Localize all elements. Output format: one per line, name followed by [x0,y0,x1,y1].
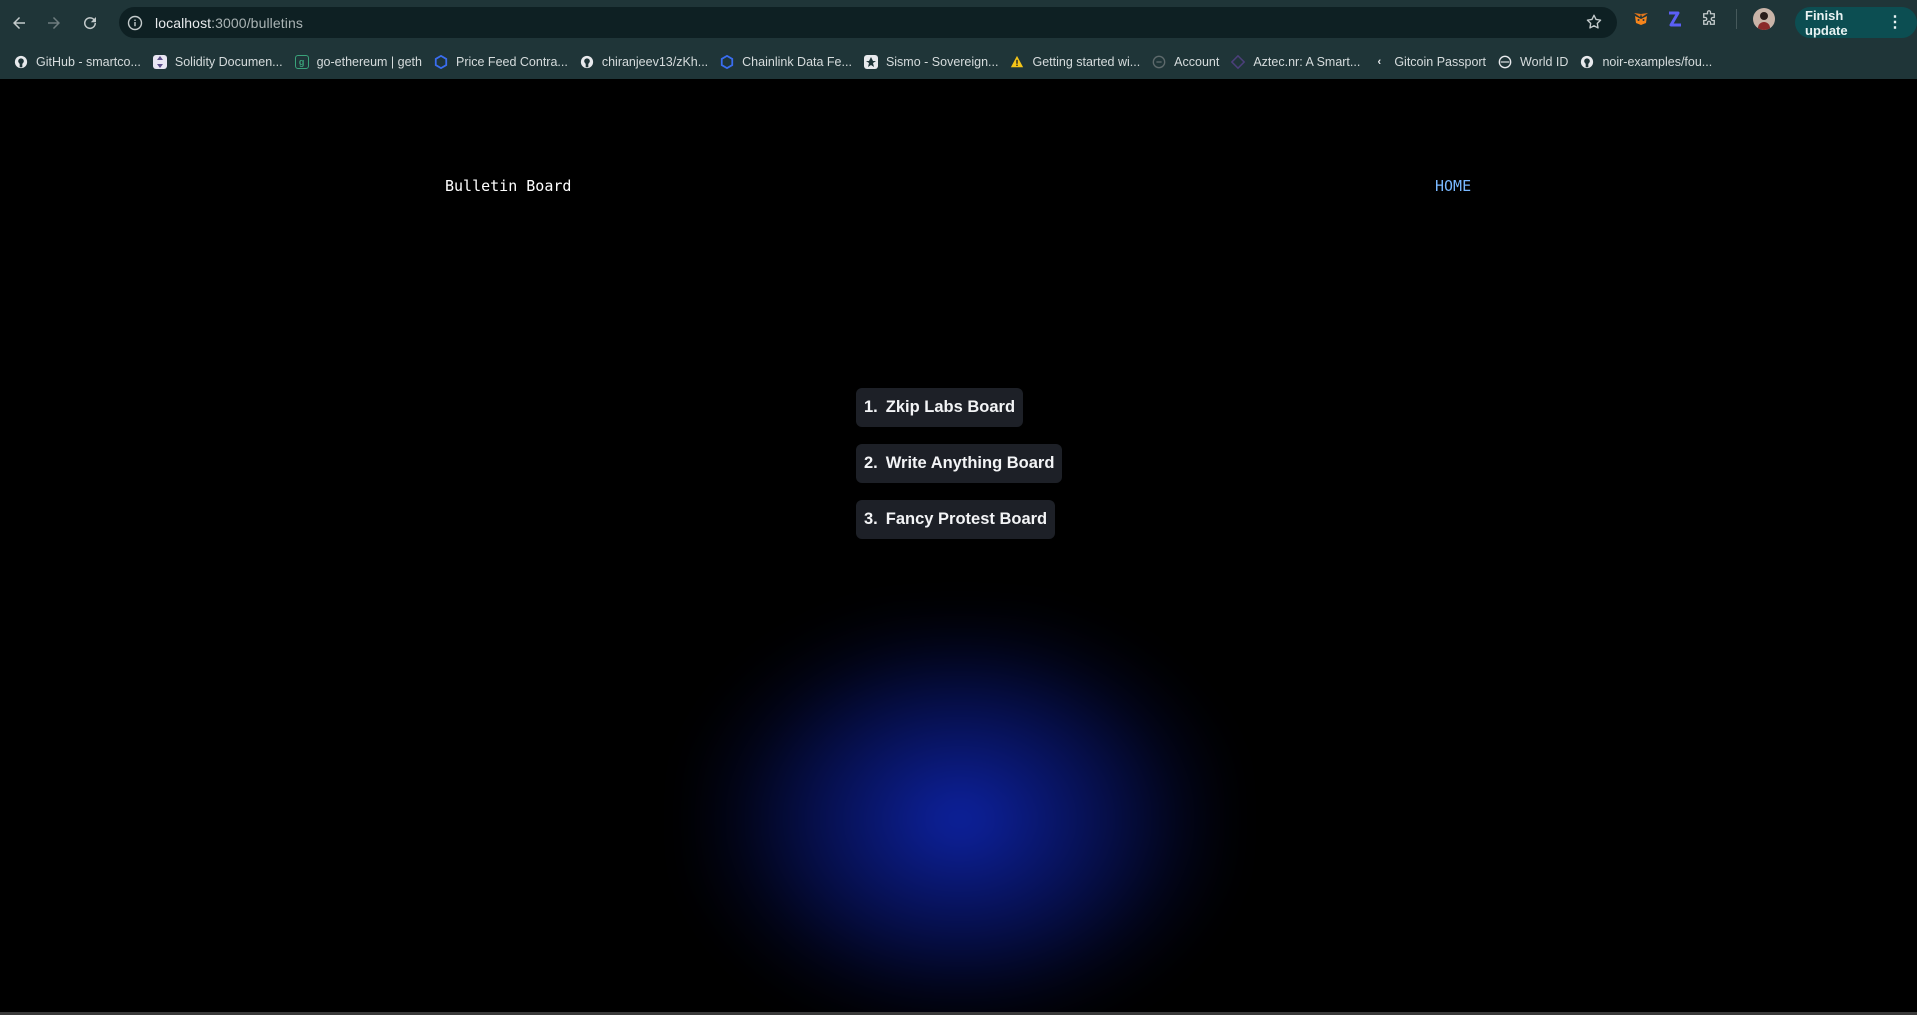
bookmark-label: Chainlink Data Fe... [742,55,852,69]
extensions-puzzle-icon[interactable] [1698,8,1720,30]
gitcoin-icon: ‹ [1377,56,1382,68]
bookmarks-bar: GitHub - smartco... Solidity Documen... … [0,45,1917,79]
sismo-icon [863,55,878,69]
reload-button[interactable] [72,5,108,41]
profile-avatar[interactable] [1753,8,1775,30]
zk-extension-icon[interactable] [1664,8,1686,30]
bookmark-label: GitHub - smartco... [36,55,141,69]
solidity-icon [152,55,167,69]
background-glow [690,609,1230,1015]
bookmark-label: Getting started wi... [1032,55,1141,69]
url-text: localhost:3000/bulletins [155,15,303,31]
bookmark-label: World ID [1520,55,1569,69]
finish-update-label: Finish update [1805,7,1848,38]
board-list: 1. Zkip Labs Board 2. Write Anything Boa… [856,388,1063,539]
bookmark-star-icon[interactable] [1585,13,1603,31]
github-icon [14,55,28,69]
bookmark-item[interactable]: ‹ Gitcoin Passport [1366,50,1492,74]
bookmark-label: Solidity Documen... [174,55,283,69]
board-name: Fancy Protest Board [885,510,1048,528]
board-name: Zkip Labs Board [885,398,1016,416]
chainlink-icon [720,55,734,69]
back-button[interactable] [1,5,37,41]
page-title: Bulletin Board [445,177,572,195]
chainlink-icon [434,55,448,69]
bookmark-label: go-ethereum | geth [316,55,422,69]
url-host: localhost [155,14,212,31]
bookmark-item[interactable]: Chainlink Data Fe... [714,50,858,74]
board-link-write-anything[interactable]: 2. Write Anything Board [856,444,1063,483]
bookmark-label: Sismo - Sovereign... [885,55,999,69]
bookmark-item[interactable]: Getting started wi... [1004,50,1146,74]
board-number: 3. [864,510,878,528]
toolbar-divider [1736,9,1737,29]
bookmark-item[interactable]: Solidity Documen... [147,50,289,74]
warning-icon [1010,55,1024,69]
forward-arrow-icon [48,17,60,29]
bookmark-label: Gitcoin Passport [1394,55,1487,69]
aztec-icon [1231,55,1246,69]
extensions-area [1630,8,1775,30]
more-menu-icon: ⋮ [1887,13,1903,31]
board-name: Write Anything Board [885,454,1055,472]
bookmark-label: chiranjeev13/zKh... [601,55,709,69]
bookmark-item[interactable]: Aztec.nr: A Smart... [1225,50,1366,74]
geth-icon: g [294,55,309,69]
bookmark-item[interactable]: g go-ethereum | geth [289,50,428,74]
github-icon [580,55,594,69]
bookmark-item[interactable]: Price Feed Contra... [428,50,574,74]
address-bar[interactable]: localhost:3000/bulletins [119,7,1617,38]
account-icon [1152,55,1166,69]
bookmark-item[interactable]: chiranjeev13/zKh... [574,50,714,74]
reload-icon [84,17,97,30]
board-link-zkip-labs[interactable]: 1. Zkip Labs Board [856,388,1024,427]
board-number: 2. [864,454,878,472]
github-icon [1580,55,1594,69]
back-arrow-icon [13,17,25,29]
bookmark-label: Aztec.nr: A Smart... [1253,55,1361,69]
bookmark-item[interactable]: Account [1146,50,1225,74]
site-info-icon[interactable] [127,15,143,31]
bookmark-label: Account [1174,55,1220,69]
board-number: 1. [864,398,878,416]
board-link-fancy-protest[interactable]: 3. Fancy Protest Board [856,500,1056,539]
forward-button[interactable] [36,5,72,41]
bookmark-item[interactable]: GitHub - smartco... [8,50,147,74]
worldid-icon [1498,55,1512,69]
bookmark-label: noir-examples/fou... [1602,55,1713,69]
finish-update-button[interactable]: Finish update ⋮ [1795,7,1917,38]
page-content: Bulletin Board HOME 1. Zkip Labs Board 2… [0,79,1917,1015]
home-link[interactable]: HOME [1435,177,1471,195]
bookmark-item[interactable]: World ID [1492,50,1574,74]
bookmark-item[interactable]: Sismo - Sovereign... [858,50,1005,74]
bookmark-label: Price Feed Contra... [455,55,568,69]
bookmark-item[interactable]: noir-examples/fou... [1574,50,1718,74]
browser-toolbar: localhost:3000/bulletins Finish update ⋮ [0,0,1917,45]
metamask-icon[interactable] [1630,8,1652,30]
url-path: :3000/bulletins [211,14,303,31]
